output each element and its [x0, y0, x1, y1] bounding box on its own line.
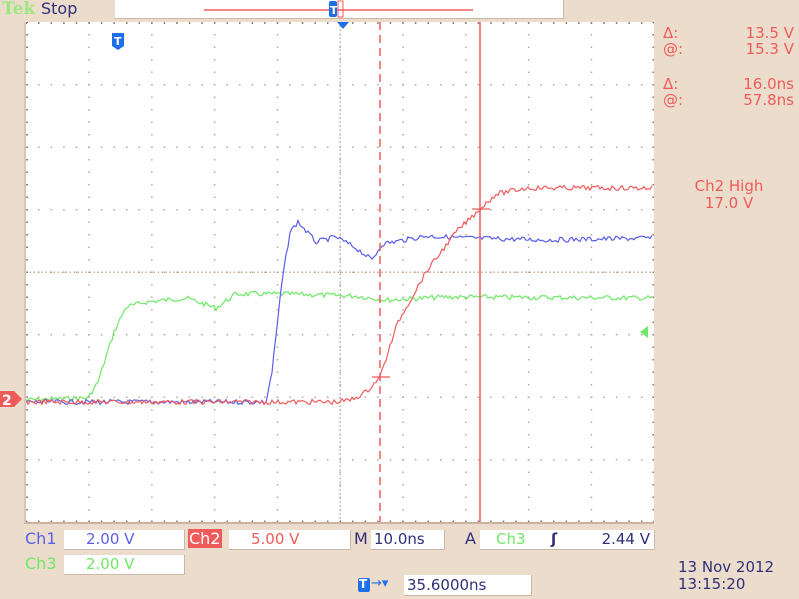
rising-edge-icon: ʃ: [551, 530, 558, 548]
horizontal-position-value: 35.6000ns: [407, 576, 487, 594]
acquisition-state[interactable]: Stop: [41, 0, 77, 18]
waveform-display[interactable]: T: [24, 21, 655, 524]
trigger-box[interactable]: Ch3 ʃ 2.44 V: [480, 530, 655, 550]
ch2-scale: 5.00 V: [251, 530, 300, 548]
ch2-label[interactable]: Ch2: [188, 529, 222, 548]
graticule: [25, 21, 655, 523]
trigger-level: 2.44 V: [601, 530, 650, 548]
trigger-level-arrow[interactable]: [640, 326, 648, 338]
ch3-scale: 2.00 V: [86, 555, 135, 573]
ch1-scale-box[interactable]: 2.00 V: [64, 530, 185, 550]
time: 13:15:20: [678, 575, 746, 593]
time-at-value: 57.8ns: [743, 91, 794, 109]
horizontal-position-box[interactable]: 35.6000ns: [404, 575, 532, 596]
ch3-scale-box[interactable]: 2.00 V: [64, 555, 185, 575]
record-view-window[interactable]: [337, 0, 344, 18]
horizontal-position-arrow-icon: →▾: [371, 576, 389, 591]
record-trigger-glyph: T: [330, 4, 338, 17]
horizontal-position-trigger-icon: T: [358, 577, 370, 592]
trigger-level-value: 17.0 V: [704, 194, 754, 212]
trigger-source: Ch3: [496, 530, 526, 548]
volt-at-label: @:: [663, 40, 684, 58]
trigger-mode: A: [465, 529, 476, 548]
timebase-scale: 10.0ns: [374, 530, 425, 548]
timebase-prefix: M: [354, 529, 368, 548]
trigger-position-marker[interactable]: [337, 22, 349, 29]
ch1-trace: [25, 219, 653, 406]
record-view-bar[interactable]: T: [115, 0, 564, 19]
traces: [25, 184, 653, 406]
graticule-svg: T: [25, 21, 655, 523]
time-at-label: @:: [663, 91, 684, 109]
svg-text:2: 2: [2, 393, 12, 409]
ch3-trace: [25, 290, 653, 403]
ch2-scale-box[interactable]: 5.00 V: [229, 530, 351, 550]
trigger-level-label: Ch2 High: [694, 177, 764, 195]
timebase-box[interactable]: 10.0ns: [371, 530, 445, 550]
ch1-scale: 2.00 V: [86, 530, 135, 548]
svg-text:T: T: [114, 35, 122, 48]
date: 13 Nov 2012: [678, 558, 775, 576]
expansion-point-icon: T: [112, 33, 124, 50]
volt-at-value: 15.3 V: [745, 40, 794, 58]
brand-logo: Tek: [2, 0, 36, 19]
ch2-ground-marker[interactable]: 2: [0, 390, 22, 409]
record-view-graphic: T: [204, 0, 473, 18]
ch3-label[interactable]: Ch3: [25, 554, 57, 573]
ch1-label[interactable]: Ch1: [25, 529, 57, 548]
